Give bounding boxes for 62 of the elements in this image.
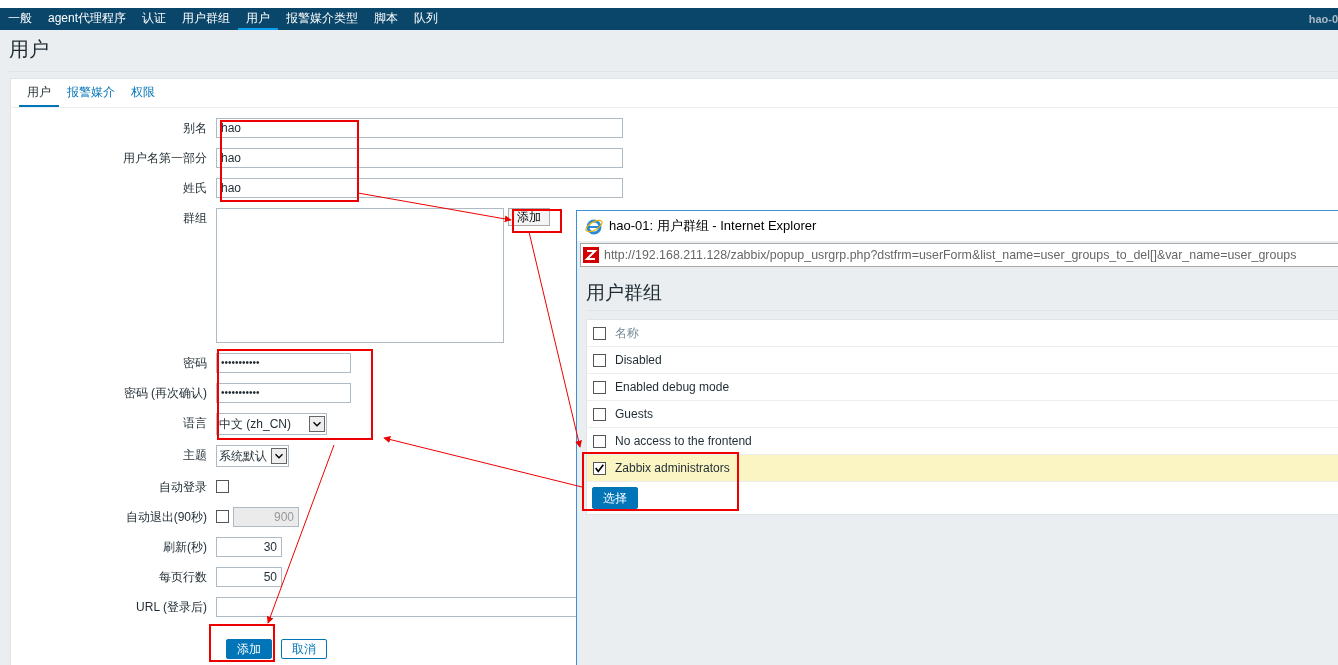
field-label: 别名	[182, 120, 207, 137]
field-label: 语言	[182, 415, 207, 432]
nav-item[interactable]: agent代理程序	[40, 8, 135, 30]
checkbox[interactable]	[216, 480, 229, 493]
nav-item[interactable]: 脚本	[366, 8, 407, 30]
cancel-button[interactable]: 取消	[281, 639, 327, 659]
group-name: Guests	[615, 407, 653, 421]
field-label: 密码	[182, 355, 207, 372]
tab[interactable]: 权限	[123, 79, 163, 107]
field-label: URL (登录后)	[135, 599, 207, 616]
checkbox[interactable]	[593, 434, 606, 448]
page-title: 用户	[8, 37, 50, 62]
tab[interactable]: 报警媒介	[59, 79, 123, 107]
theme-dropdown[interactable]: 系统默认	[216, 445, 289, 467]
number-field[interactable]: 50	[216, 567, 282, 587]
checkbox[interactable]	[593, 353, 606, 367]
field-label: 每页行数	[158, 569, 207, 586]
checkbox[interactable]	[216, 510, 229, 523]
browser-logo-icon	[585, 217, 603, 235]
address-bar[interactable]: http://192.168.211.128/zabbix/popup_usrgrp.php?dstfrm=userForm&list_name=user_groups_to_del[]&var_name=user_groups	[580, 243, 1338, 267]
annotation-box	[209, 624, 275, 662]
field-label: 自动退出(90秒)	[124, 509, 207, 526]
nav-item[interactable]: 认证	[134, 8, 175, 30]
add-button[interactable]: 添加	[226, 639, 272, 659]
caret-icon	[309, 416, 325, 432]
nav-item[interactable]: 队列	[406, 8, 447, 30]
group-name: No access to the frontend	[615, 434, 752, 448]
z-logo-icon	[583, 247, 599, 263]
nav-item[interactable]: 用户	[238, 8, 279, 30]
password-field[interactable]: •••••••••••	[216, 353, 351, 373]
field-label: 自动登录	[158, 479, 207, 496]
field-label: 密码 (再次确认)	[122, 385, 207, 402]
window-title: hao-01: 用户群组 - Internet Explorer	[609, 217, 817, 235]
field-label: 群组	[182, 210, 207, 227]
text-field[interactable]: hao	[216, 148, 623, 168]
group-name: Enabled debug mode	[615, 380, 730, 394]
checkbox[interactable]	[593, 407, 606, 421]
nav-item[interactable]: 一般	[8, 8, 40, 30]
field-label: 刷新(秒)	[162, 539, 207, 556]
tab[interactable]: 用户	[19, 79, 59, 107]
language-dropdown[interactable]: 中文 (zh_CN)	[216, 413, 327, 435]
field-label: 主题	[182, 447, 207, 464]
checkbox[interactable]	[593, 326, 606, 340]
field-label: 姓氏	[182, 180, 207, 197]
popup-heading: 用户群组	[585, 281, 663, 305]
field-label: 用户名第一部分	[122, 150, 207, 167]
nav-item[interactable]: 用户群组	[174, 8, 239, 30]
number-field[interactable]: 30	[216, 537, 282, 557]
checkbox[interactable]	[593, 461, 606, 475]
annotation-box	[512, 209, 562, 233]
text-field[interactable]: hao	[216, 178, 623, 198]
password-field[interactable]: •••••••••••	[216, 383, 351, 403]
column-header: 名称	[615, 324, 639, 342]
nav-item[interactable]: 报警媒介类型	[278, 8, 367, 30]
checkbox[interactable]	[593, 380, 606, 394]
group-name: Disabled	[615, 353, 662, 367]
url-text: http://192.168.211.128/zabbix/popup_usrgrp.php?dstfrm=userForm&list_name=user_groups_to_del[]&var_name=user_groups	[604, 248, 1297, 262]
select-button[interactable]: 选择	[592, 487, 638, 509]
host-name: hao-0	[1308, 13, 1338, 25]
group-name: Zabbix administrators	[615, 461, 730, 475]
text-field[interactable]: hao	[216, 118, 623, 138]
caret-icon	[271, 448, 287, 464]
